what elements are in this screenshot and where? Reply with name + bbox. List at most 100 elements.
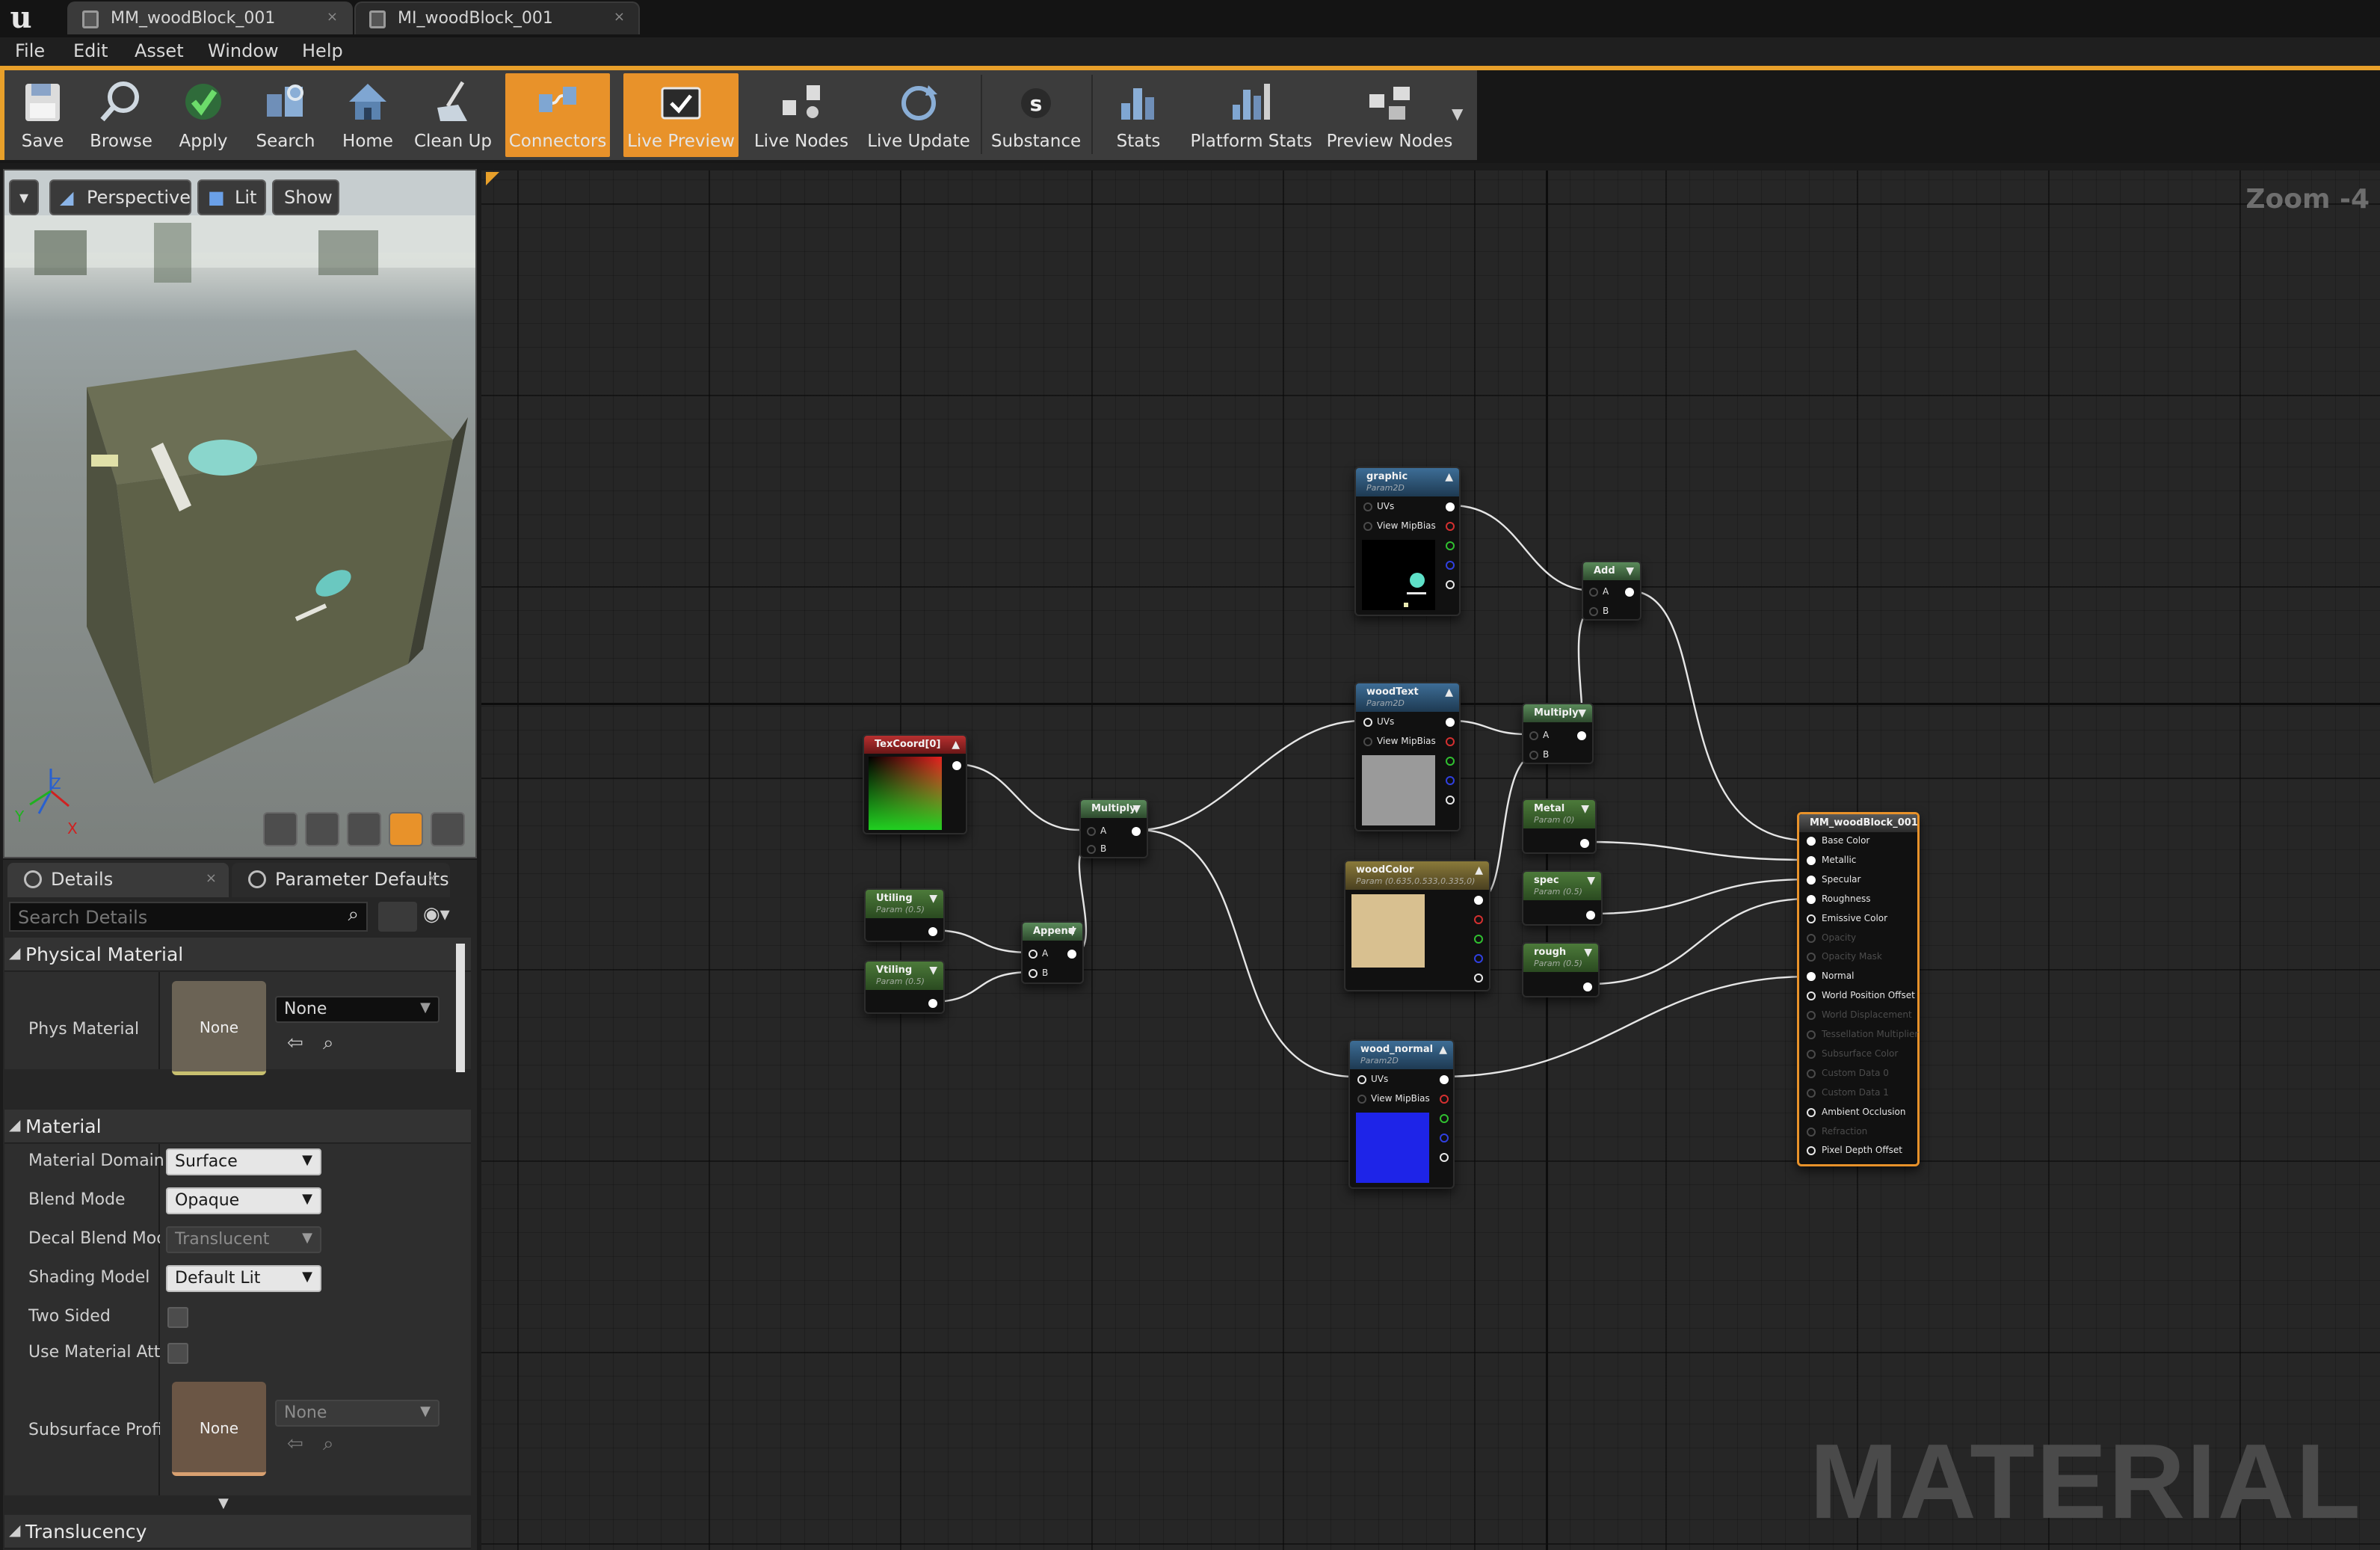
result-input-pin[interactable]: [1807, 991, 1816, 1001]
output-pin[interactable]: [1625, 588, 1634, 597]
g-output-pin[interactable]: [1474, 935, 1483, 944]
node-title: Metal: [1534, 803, 1565, 814]
multiply-node[interactable]: Multiply ▼ A B: [1522, 703, 1594, 764]
b-output-pin[interactable]: [1474, 954, 1483, 963]
g-output-pin[interactable]: [1446, 757, 1455, 766]
uv-output-pin[interactable]: [952, 761, 961, 770]
scalar-param-rough[interactable]: rough Param (0.5) ▼: [1522, 942, 1600, 997]
result-input-pin[interactable]: [1807, 894, 1816, 904]
result-input-pin[interactable]: [1807, 1127, 1816, 1137]
a-output-pin[interactable]: [1440, 1153, 1449, 1162]
result-input-pin[interactable]: [1807, 972, 1816, 982]
collapse-arrow-icon[interactable]: ▼: [1584, 947, 1592, 959]
b-input-pin[interactable]: [1087, 845, 1096, 854]
result-pin-label: Metallic: [1822, 854, 1857, 865]
result-input-pin[interactable]: [1807, 837, 1816, 846]
result-input-pin[interactable]: [1807, 953, 1816, 962]
pin-label: View MipBias: [1371, 1093, 1430, 1104]
result-input-pin[interactable]: [1807, 1068, 1816, 1078]
node-title: MM_woodBlock_001: [1810, 817, 1918, 828]
collapse-arrow-icon[interactable]: ▼: [1587, 875, 1595, 887]
collapse-arrow-icon[interactable]: ▼: [929, 893, 937, 905]
pin-label: UVs: [1377, 716, 1395, 727]
pin-label: B: [1042, 968, 1049, 978]
result-pin-label: Specular: [1822, 873, 1861, 885]
output-pin[interactable]: [1067, 950, 1076, 959]
b-input-pin[interactable]: [1529, 751, 1538, 760]
result-input-pin[interactable]: [1807, 1107, 1816, 1117]
collapse-arrow-icon[interactable]: ▼: [929, 965, 937, 977]
r-output-pin[interactable]: [1446, 737, 1455, 746]
result-input-pin[interactable]: [1807, 1030, 1816, 1039]
pin-label: B: [1543, 749, 1550, 760]
add-node[interactable]: Add ▼ A B: [1582, 561, 1641, 621]
b-output-pin[interactable]: [1446, 561, 1455, 570]
output-pin[interactable]: [1583, 982, 1592, 991]
rgb-output-pin[interactable]: [1474, 896, 1483, 905]
a-output-pin[interactable]: [1474, 974, 1483, 982]
result-input-pin[interactable]: [1807, 1011, 1816, 1021]
output-pin[interactable]: [928, 927, 937, 936]
a-input-pin[interactable]: [1589, 588, 1598, 597]
rgb-output-pin[interactable]: [1446, 502, 1455, 511]
append-node[interactable]: Append ▼ A B: [1021, 921, 1084, 984]
r-output-pin[interactable]: [1474, 915, 1483, 924]
scalar-param-vtiling[interactable]: Vtiling Param (0.5) ▼: [864, 960, 945, 1014]
collapse-arrow-icon[interactable]: ▼: [1578, 707, 1586, 719]
a-input-pin[interactable]: [1529, 731, 1538, 740]
texture-node-woodtext[interactable]: woodText Param2D ▲ UVs View MipBias: [1354, 682, 1461, 831]
uvs-input-pin[interactable]: [1363, 718, 1372, 727]
collapse-arrow-icon[interactable]: ▼: [1626, 565, 1634, 577]
result-input-pin[interactable]: [1807, 1049, 1816, 1059]
mipbias-input-pin[interactable]: [1363, 522, 1372, 531]
g-output-pin[interactable]: [1446, 541, 1455, 550]
output-pin[interactable]: [1586, 911, 1595, 920]
collapse-arrow-icon[interactable]: ▲: [1475, 864, 1483, 876]
r-output-pin[interactable]: [1440, 1095, 1449, 1104]
pin-label: UVs: [1377, 501, 1395, 511]
collapse-arrow-icon[interactable]: ▼: [1068, 926, 1076, 938]
result-input-pin[interactable]: [1807, 1146, 1816, 1156]
collapse-arrow-icon[interactable]: ▼: [1132, 803, 1141, 815]
b-output-pin[interactable]: [1440, 1134, 1449, 1142]
rgb-output-pin[interactable]: [1440, 1075, 1449, 1084]
collapse-arrow-icon[interactable]: ▲: [1445, 471, 1453, 483]
a-input-pin[interactable]: [1087, 827, 1096, 836]
texture-node-graphic[interactable]: graphic Param2D ▲ UVs View MipBias: [1354, 467, 1461, 616]
collapse-arrow-icon[interactable]: ▲: [952, 739, 960, 751]
result-input-pin[interactable]: [1807, 855, 1816, 865]
texcoord-node[interactable]: TexCoord[0] ▲: [863, 734, 967, 834]
b-input-pin[interactable]: [1589, 607, 1598, 616]
result-input-pin[interactable]: [1807, 1088, 1816, 1098]
uvs-input-pin[interactable]: [1357, 1075, 1366, 1084]
rgb-output-pin[interactable]: [1446, 718, 1455, 727]
output-pin[interactable]: [928, 999, 937, 1008]
vector-param-woodcolor[interactable]: woodColor Param (0.635,0.533,0.335,0) ▲: [1344, 860, 1490, 991]
scalar-param-spec[interactable]: spec Param (0.5) ▼: [1522, 870, 1603, 926]
mipbias-input-pin[interactable]: [1357, 1095, 1366, 1104]
a-output-pin[interactable]: [1446, 796, 1455, 805]
result-input-pin[interactable]: [1807, 914, 1816, 923]
b-input-pin[interactable]: [1029, 969, 1038, 978]
collapse-arrow-icon[interactable]: ▼: [1581, 803, 1589, 815]
result-input-pin[interactable]: [1807, 875, 1816, 885]
texture-node-wood-normal[interactable]: wood_normal Param2D ▲ UVs View MipBias: [1348, 1039, 1455, 1189]
scalar-param-utiling[interactable]: Utiling Param (0.5) ▼: [864, 888, 945, 942]
mipbias-input-pin[interactable]: [1363, 737, 1372, 746]
b-output-pin[interactable]: [1446, 776, 1455, 785]
wire-add-to-basecolor: [1627, 589, 1810, 842]
a-input-pin[interactable]: [1029, 950, 1038, 959]
a-output-pin[interactable]: [1446, 580, 1455, 589]
multiply-node[interactable]: Multiply ▼ A B: [1079, 799, 1148, 858]
collapse-arrow-icon[interactable]: ▲: [1439, 1044, 1447, 1056]
collapse-arrow-icon[interactable]: ▲: [1445, 686, 1453, 698]
uvs-input-pin[interactable]: [1363, 502, 1372, 511]
scalar-param-metal[interactable]: Metal Param (0) ▼: [1522, 799, 1597, 854]
material-result-node[interactable]: MM_woodBlock_001 Base Color Metallic Specu…: [1797, 812, 1920, 1166]
g-output-pin[interactable]: [1440, 1114, 1449, 1123]
output-pin[interactable]: [1580, 839, 1589, 848]
r-output-pin[interactable]: [1446, 522, 1455, 531]
output-pin[interactable]: [1577, 731, 1586, 740]
output-pin[interactable]: [1132, 827, 1141, 836]
result-input-pin[interactable]: [1807, 933, 1816, 943]
